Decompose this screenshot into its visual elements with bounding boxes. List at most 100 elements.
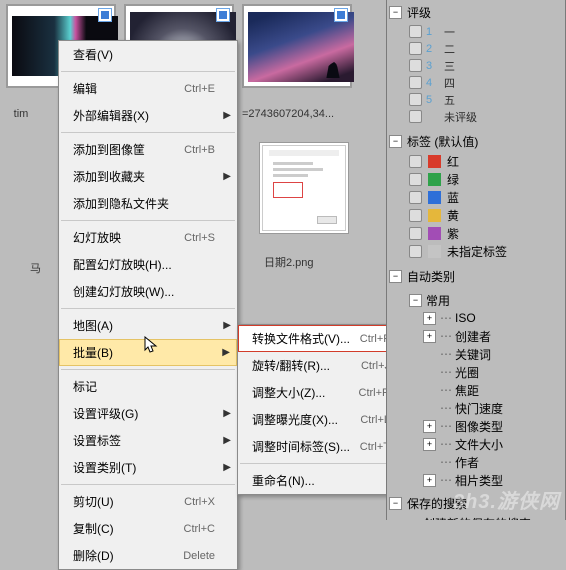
menu-tag[interactable]: 标记 bbox=[59, 373, 237, 400]
menu-create-slideshow[interactable]: 创建幻灯放映(W)... bbox=[59, 278, 237, 305]
expand-icon[interactable]: + bbox=[423, 420, 436, 433]
image-badge-icon bbox=[216, 8, 230, 22]
color-swatch-icon bbox=[428, 191, 441, 204]
expand-icon[interactable]: + bbox=[423, 474, 436, 487]
menu-map[interactable]: 地图(A)▶ bbox=[59, 312, 237, 339]
rating-1[interactable]: 1一 bbox=[387, 23, 565, 40]
labels-heading: 标签 (默认值) bbox=[407, 133, 478, 150]
chevron-right-icon: ▶ bbox=[223, 408, 231, 419]
color-swatch-icon bbox=[428, 227, 441, 240]
checkbox-icon[interactable] bbox=[409, 59, 422, 72]
tree-keyword[interactable]: ⋯关键词 bbox=[387, 345, 565, 363]
checkbox-icon[interactable] bbox=[409, 245, 422, 258]
checkbox-icon[interactable] bbox=[409, 227, 422, 240]
menu-view[interactable]: 查看(V) bbox=[59, 41, 237, 68]
color-swatch-icon bbox=[428, 209, 441, 222]
thumb-3-caption: =2743607204,34... bbox=[242, 108, 362, 120]
thumb-3-image bbox=[248, 12, 354, 82]
watermark: 3h3.游侠网 bbox=[453, 485, 560, 514]
thumb-5-label: 日期2.png bbox=[264, 254, 314, 270]
auto-category-heading: 自动类别 bbox=[407, 268, 455, 285]
rating-4[interactable]: 4四 bbox=[387, 74, 565, 91]
panel-section-auto[interactable]: − 自动类别 bbox=[387, 266, 565, 287]
checkbox-icon[interactable] bbox=[409, 173, 422, 186]
checkbox-icon[interactable] bbox=[409, 42, 422, 55]
chevron-right-icon: ▶ bbox=[223, 462, 231, 473]
menu-config-slideshow[interactable]: 配置幻灯放映(H)... bbox=[59, 251, 237, 278]
expand-icon[interactable]: + bbox=[423, 438, 436, 451]
chevron-right-icon: ▶ bbox=[223, 110, 231, 121]
collapse-icon[interactable]: − bbox=[389, 6, 402, 19]
tree-filesize[interactable]: +⋯文件大小 bbox=[387, 435, 565, 453]
menu-add-tray[interactable]: 添加到图像筐Ctrl+B bbox=[59, 136, 237, 163]
separator bbox=[61, 484, 235, 485]
rating-3[interactable]: 3三 bbox=[387, 57, 565, 74]
tree-author[interactable]: ⋯作者 bbox=[387, 453, 565, 471]
thumb-5[interactable] bbox=[259, 142, 349, 234]
menu-slideshow[interactable]: 幻灯放映Ctrl+S bbox=[59, 224, 237, 251]
tree-creator[interactable]: +⋯创建者 bbox=[387, 327, 565, 345]
menu-add-favorite[interactable]: 添加到收藏夹▶ bbox=[59, 163, 237, 190]
image-badge-icon bbox=[334, 8, 348, 22]
label-none[interactable]: 未指定标签 bbox=[387, 242, 565, 260]
color-swatch-icon bbox=[428, 155, 441, 168]
rating-heading: 评级 bbox=[407, 4, 431, 21]
panel-section-labels[interactable]: − 标签 (默认值) bbox=[387, 131, 565, 152]
menu-set-rating[interactable]: 设置评级(G)▶ bbox=[59, 400, 237, 427]
chevron-right-icon: ▶ bbox=[223, 320, 231, 331]
rating-none[interactable]: 未评级 bbox=[387, 108, 565, 125]
collapse-icon[interactable]: − bbox=[389, 135, 402, 148]
collapse-icon[interactable]: − bbox=[389, 270, 402, 283]
separator bbox=[61, 71, 235, 72]
expand-icon[interactable]: + bbox=[423, 312, 436, 325]
checkbox-icon[interactable] bbox=[409, 191, 422, 204]
document-preview bbox=[262, 145, 346, 231]
tree-aperture[interactable]: ⋯光圈 bbox=[387, 363, 565, 381]
tree-imgtype[interactable]: +⋯图像类型 bbox=[387, 417, 565, 435]
checkbox-icon[interactable] bbox=[409, 76, 422, 89]
panel-section-rating[interactable]: − 评级 bbox=[387, 2, 565, 23]
checkbox-icon[interactable] bbox=[409, 25, 422, 38]
checkbox-icon[interactable] bbox=[409, 93, 422, 106]
label-green[interactable]: 绿 bbox=[387, 170, 565, 188]
menu-add-private[interactable]: 添加到隐私文件夹 bbox=[59, 190, 237, 217]
label-blue[interactable]: 蓝 bbox=[387, 188, 565, 206]
properties-panel: − 评级 1一 2二 3三 4四 5五 未评级 − 标签 (默认值) 红 绿 蓝… bbox=[386, 0, 566, 520]
separator bbox=[61, 220, 235, 221]
menu-cut[interactable]: 剪切(U)Ctrl+X bbox=[59, 488, 237, 515]
menu-edit[interactable]: 编辑Ctrl+E bbox=[59, 75, 237, 102]
menu-delete[interactable]: 删除(D)Delete bbox=[59, 542, 237, 569]
separator bbox=[61, 132, 235, 133]
tree-iso[interactable]: +⋯ISO bbox=[387, 309, 565, 327]
menu-set-category[interactable]: 设置类别(T)▶ bbox=[59, 454, 237, 481]
chevron-right-icon: ▶ bbox=[222, 347, 230, 358]
separator bbox=[61, 308, 235, 309]
tree-common[interactable]: − 常用 bbox=[387, 291, 565, 309]
separator bbox=[240, 463, 410, 464]
label-yellow[interactable]: 黄 bbox=[387, 206, 565, 224]
collapse-icon[interactable]: − bbox=[389, 497, 402, 510]
tree-shutter[interactable]: ⋯快门速度 bbox=[387, 399, 565, 417]
cursor-icon bbox=[144, 336, 160, 356]
rating-5[interactable]: 5五 bbox=[387, 91, 565, 108]
rating-2[interactable]: 2二 bbox=[387, 40, 565, 57]
checkbox-icon[interactable] bbox=[409, 155, 422, 168]
label-purple[interactable]: 紫 bbox=[387, 224, 565, 242]
collapse-icon[interactable]: − bbox=[409, 294, 422, 307]
thumb-4-label: 马 bbox=[30, 260, 41, 276]
label-red[interactable]: 红 bbox=[387, 152, 565, 170]
expand-icon[interactable]: + bbox=[423, 330, 436, 343]
tree-create-saved[interactable]: 创建新的保存的搜索 bbox=[387, 514, 565, 520]
chevron-right-icon: ▶ bbox=[223, 435, 231, 446]
tree-focal[interactable]: ⋯焦距 bbox=[387, 381, 565, 399]
context-menu-main: 查看(V) 编辑Ctrl+E 外部编辑器(X)▶ 添加到图像筐Ctrl+B 添加… bbox=[58, 40, 238, 570]
thumb-3[interactable] bbox=[242, 4, 352, 88]
checkbox-icon[interactable] bbox=[409, 209, 422, 222]
chevron-right-icon: ▶ bbox=[223, 171, 231, 182]
menu-copy[interactable]: 复制(C)Ctrl+C bbox=[59, 515, 237, 542]
checkbox-icon[interactable] bbox=[409, 110, 422, 123]
elk-silhouette-icon bbox=[322, 58, 344, 78]
separator bbox=[61, 369, 235, 370]
menu-set-label[interactable]: 设置标签▶ bbox=[59, 427, 237, 454]
menu-external-editor[interactable]: 外部编辑器(X)▶ bbox=[59, 102, 237, 129]
